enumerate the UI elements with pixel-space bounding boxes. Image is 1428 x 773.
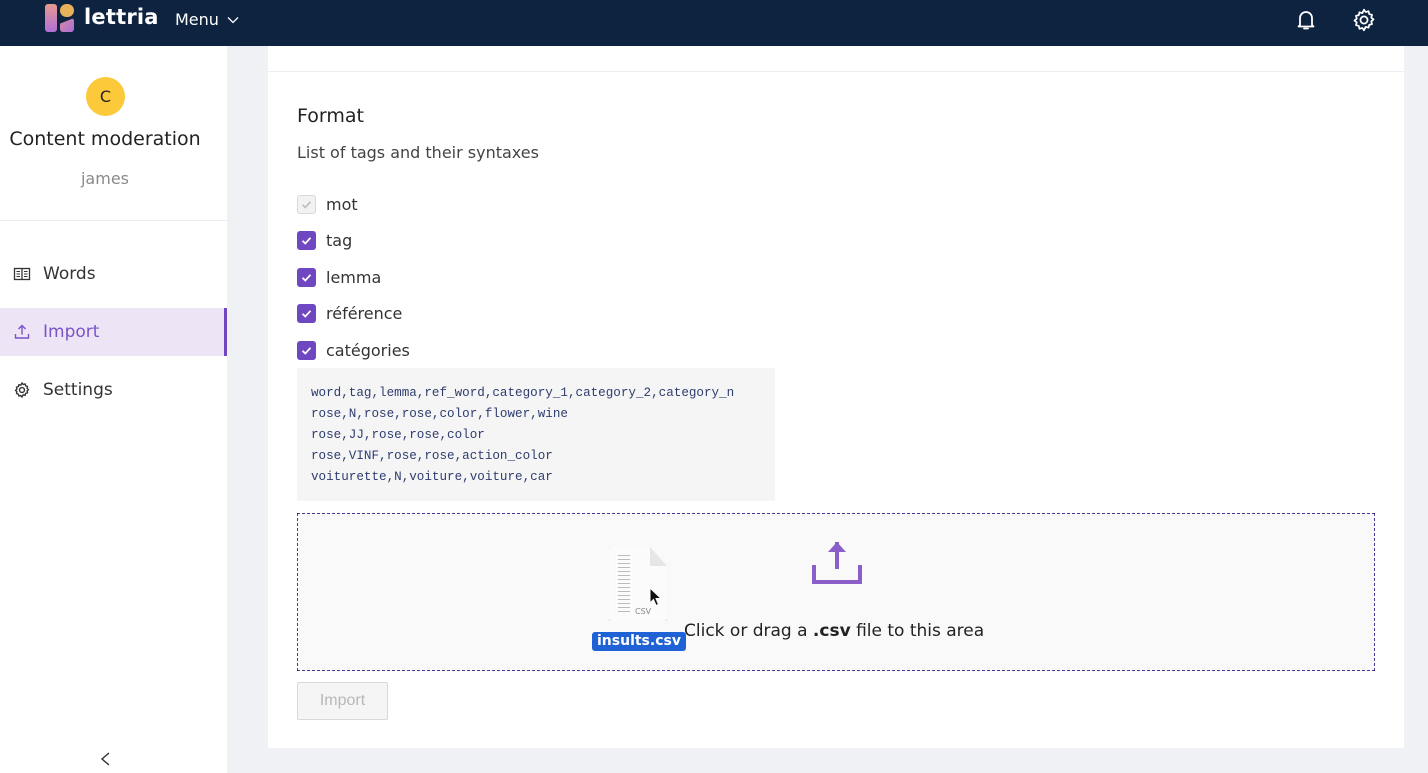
tag-checkbox-tag[interactable]: tag	[297, 223, 410, 260]
file-extension-label: CSV	[635, 607, 652, 616]
check-icon	[301, 201, 312, 209]
tag-label: mot	[326, 194, 358, 214]
upload-icon	[12, 322, 32, 342]
checkbox-checked[interactable]	[297, 267, 316, 287]
brand-name: lettria	[84, 5, 159, 29]
mouse-cursor-icon	[649, 587, 663, 607]
code-line: rose,N,rose,rose,color,flower,wine	[311, 407, 568, 421]
sidebar-item-words[interactable]: Words	[0, 250, 227, 298]
sidebar-item-settings[interactable]: Settings	[0, 366, 227, 414]
sidebar-nav: Words Import Settings	[0, 250, 227, 424]
collapse-sidebar-button[interactable]	[97, 749, 113, 769]
brand-logo[interactable]: lettria	[45, 4, 159, 32]
chevron-down-icon	[227, 16, 239, 23]
book-icon	[12, 264, 32, 284]
sidebar-item-label: Import	[43, 322, 100, 342]
project-name: Content moderation	[9, 128, 201, 150]
upload-icon	[812, 542, 862, 584]
tag-label: lemma	[326, 267, 382, 287]
import-button[interactable]: Import	[297, 682, 388, 720]
card-divider	[268, 71, 1404, 72]
code-line: word,tag,lemma,ref_word,category_1,categ…	[311, 386, 735, 400]
checkbox-checked[interactable]	[297, 304, 316, 324]
lettria-logo-icon	[45, 4, 75, 32]
dragged-file[interactable]: CSV insults.csv	[592, 547, 686, 657]
tag-checkbox-categories[interactable]: catégories	[297, 332, 410, 369]
tag-label: catégories	[326, 340, 410, 360]
top-bar: lettria Menu	[0, 0, 1428, 46]
dropzone-text-prefix: Click or drag a	[684, 621, 813, 641]
code-line: rose,VINF,rose,rose,action_color	[311, 449, 553, 463]
tag-checklist: mot tag lemma référence catégories	[297, 186, 410, 369]
dropzone-text-suffix: file to this area	[850, 621, 985, 641]
check-icon	[301, 273, 312, 282]
bell-icon[interactable]	[1293, 7, 1319, 33]
import-card: Format List of tags and their syntaxes m…	[268, 46, 1404, 748]
csv-dropzone[interactable]: Click or drag a .csv file to this area C…	[297, 513, 1375, 671]
code-line: rose,JJ,rose,rose,color	[311, 428, 485, 442]
tag-checkbox-lemma[interactable]: lemma	[297, 259, 410, 296]
checkbox-checked[interactable]	[297, 231, 316, 251]
sidebar-item-label: Settings	[43, 380, 113, 400]
project-avatar: C	[86, 77, 125, 116]
csv-example-block: word,tag,lemma,ref_word,category_1,categ…	[297, 368, 775, 501]
checkbox-disabled	[297, 194, 316, 214]
tag-checkbox-mot: mot	[297, 186, 410, 223]
sidebar: C Content moderation james Words Import …	[0, 46, 227, 773]
check-icon	[301, 237, 312, 246]
chevron-left-icon	[100, 752, 110, 766]
dropzone-text-extension: .csv	[812, 621, 851, 641]
menu-label: Menu	[175, 10, 219, 29]
menu-dropdown[interactable]: Menu	[175, 10, 239, 29]
sidebar-divider	[0, 220, 227, 221]
tag-label: référence	[326, 304, 403, 324]
dragged-file-name: insults.csv	[592, 632, 686, 651]
section-title: Format	[297, 105, 364, 127]
tag-label: tag	[326, 231, 353, 251]
tag-checkbox-reference[interactable]: référence	[297, 296, 410, 333]
dropzone-instructions: Click or drag a .csv file to this area	[684, 621, 984, 641]
sidebar-item-label: Words	[43, 264, 96, 284]
section-subtitle: List of tags and their syntaxes	[297, 143, 539, 162]
project-owner: james	[80, 169, 129, 188]
gear-icon	[12, 380, 32, 400]
check-icon	[301, 346, 312, 355]
check-icon	[301, 310, 312, 319]
checkbox-checked[interactable]	[297, 340, 316, 360]
sidebar-item-import[interactable]: Import	[0, 308, 227, 356]
code-line: voiturette,N,voiture,voiture,car	[311, 470, 553, 484]
gear-icon[interactable]	[1351, 7, 1377, 33]
